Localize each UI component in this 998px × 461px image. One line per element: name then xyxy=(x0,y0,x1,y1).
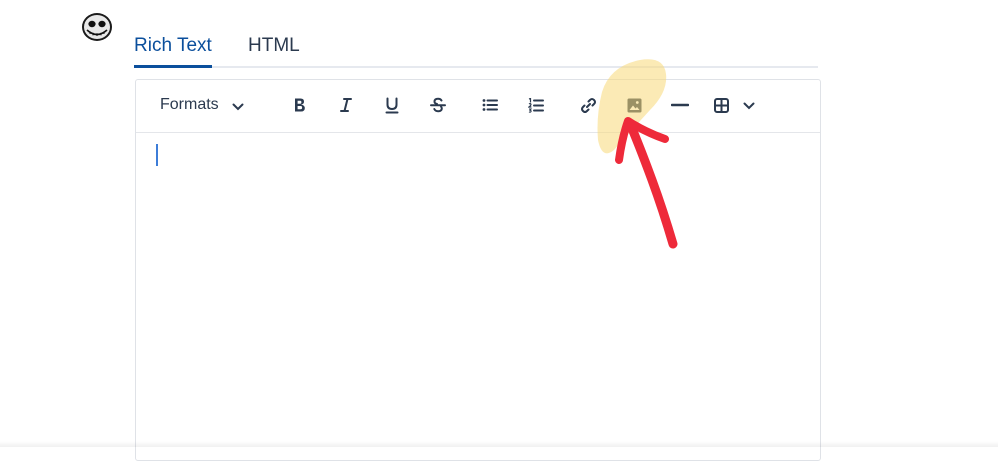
tab-html-label: HTML xyxy=(248,35,300,56)
tab-rich-text-label: Rich Text xyxy=(134,35,212,56)
table-dropdown[interactable] xyxy=(714,93,766,117)
formats-dropdown-label: Formats xyxy=(160,96,219,113)
rich-text-editor: Formats xyxy=(135,79,821,461)
strikethrough-icon xyxy=(430,97,446,113)
editor-tabs: Rich Text HTML xyxy=(134,30,818,68)
formats-dropdown[interactable]: Formats xyxy=(160,93,256,117)
bullet-list-icon xyxy=(482,99,498,111)
active-tab-indicator xyxy=(134,65,212,68)
horizontal-rule-button[interactable] xyxy=(668,93,692,117)
numbered-list-icon xyxy=(528,97,544,113)
horizontal-rule-icon xyxy=(671,103,689,107)
avatar[interactable] xyxy=(81,12,113,42)
bold-icon xyxy=(295,98,305,112)
italic-button[interactable] xyxy=(334,93,358,117)
table-icon xyxy=(714,97,729,113)
italic-icon xyxy=(340,98,352,112)
bold-button[interactable] xyxy=(288,93,312,117)
tab-rich-text[interactable]: Rich Text xyxy=(134,34,212,58)
tab-html[interactable]: HTML xyxy=(248,34,300,58)
editor-content-area[interactable] xyxy=(136,133,820,459)
chevron-down-icon xyxy=(743,102,755,110)
text-caret xyxy=(156,144,158,166)
insert-image-button[interactable] xyxy=(622,93,646,117)
skull-avatar-icon xyxy=(82,13,112,41)
underline-button[interactable] xyxy=(380,93,404,117)
chevron-down-icon xyxy=(232,103,244,111)
bullet-list-button[interactable] xyxy=(478,93,502,117)
numbered-list-button[interactable] xyxy=(524,93,548,117)
editor-toolbar: Formats xyxy=(136,80,820,133)
link-icon xyxy=(580,97,596,113)
bottom-edge-shadow xyxy=(0,441,998,447)
underline-icon xyxy=(385,97,399,113)
image-icon xyxy=(627,98,641,112)
link-button[interactable] xyxy=(576,93,600,117)
strikethrough-button[interactable] xyxy=(426,93,450,117)
